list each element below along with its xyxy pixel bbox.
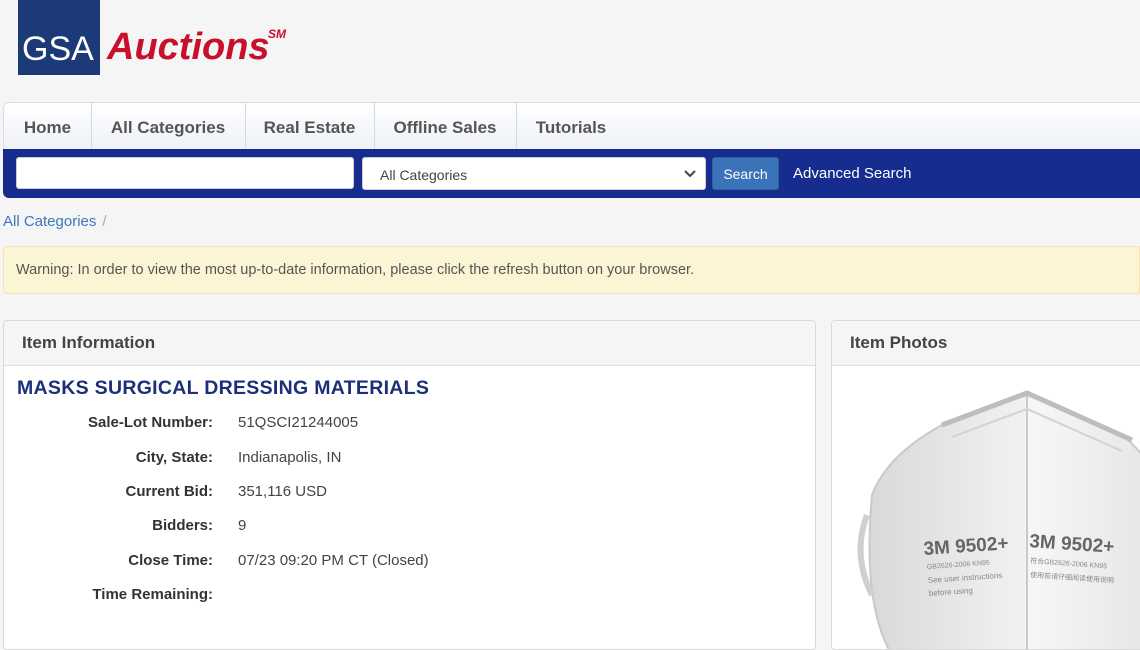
- city-state-label: City, State:: [135, 449, 213, 466]
- gsa-logo-box: GSA: [18, 0, 100, 75]
- item-photos-panel: Item Photos 3M 9502+ GB2626-2006 KN95 Se…: [831, 320, 1140, 650]
- search-button[interactable]: Search: [712, 157, 779, 190]
- item-title: MASKS SURGICAL DRESSING MATERIALS: [17, 377, 430, 399]
- nav-tabs: Home All Categories Real Estate Offline …: [3, 102, 1140, 150]
- advanced-search-link[interactable]: Advanced Search: [793, 165, 911, 182]
- tab-offline-sales[interactable]: Offline Sales: [374, 103, 517, 150]
- current-bid-value: 351,116 USD: [238, 483, 327, 500]
- service-mark: SM: [268, 27, 286, 41]
- refresh-warning: Warning: In order to view the most up-to…: [3, 246, 1140, 294]
- bidders-label: Bidders:: [152, 517, 213, 534]
- item-photos-header: Item Photos: [832, 321, 1140, 366]
- item-information-panel: Item Information MASKS SURGICAL DRESSING…: [3, 320, 816, 650]
- breadcrumb-all-categories[interactable]: All Categories: [3, 213, 96, 230]
- item-photos-title: Item Photos: [850, 333, 948, 352]
- breadcrumb: All Categories /: [3, 213, 107, 230]
- tab-all-categories[interactable]: All Categories: [91, 103, 246, 150]
- sale-lot-value: 51QSCI21244005: [238, 414, 359, 431]
- main-navbar: Home All Categories Real Estate Offline …: [3, 102, 1140, 198]
- mask-photo[interactable]: 3M 9502+ GB2626-2006 KN95 See user instr…: [832, 365, 1140, 650]
- tab-tutorials[interactable]: Tutorials: [516, 103, 626, 150]
- sale-lot-label: Sale-Lot Number:: [87, 414, 213, 431]
- chevron-down-icon: [684, 170, 696, 178]
- item-information-header: Item Information: [4, 321, 815, 366]
- category-select-value: All Categories: [380, 167, 468, 183]
- warning-text: Warning: In order to view the most up-to…: [16, 262, 695, 278]
- auctions-logo-text: Auctions: [107, 26, 270, 68]
- time-remaining-label: Time Remaining:: [92, 586, 213, 603]
- search-bar: All Categories Search Advanced Search: [3, 149, 1140, 198]
- bidders-value: 9: [238, 517, 247, 534]
- close-time-label: Close Time:: [128, 552, 213, 569]
- current-bid-label: Current Bid:: [125, 483, 214, 500]
- city-state-value: Indianapolis, IN: [238, 449, 342, 466]
- category-select[interactable]: All Categories: [362, 157, 706, 190]
- close-time-value: 07/23 09:20 PM CT (Closed): [238, 552, 429, 569]
- breadcrumb-separator: /: [102, 213, 107, 230]
- search-input[interactable]: [16, 157, 354, 189]
- tab-home[interactable]: Home: [4, 103, 92, 150]
- tab-real-estate[interactable]: Real Estate: [245, 103, 375, 150]
- gsa-logo-text: GSA: [22, 30, 94, 68]
- item-information-title: Item Information: [22, 333, 156, 352]
